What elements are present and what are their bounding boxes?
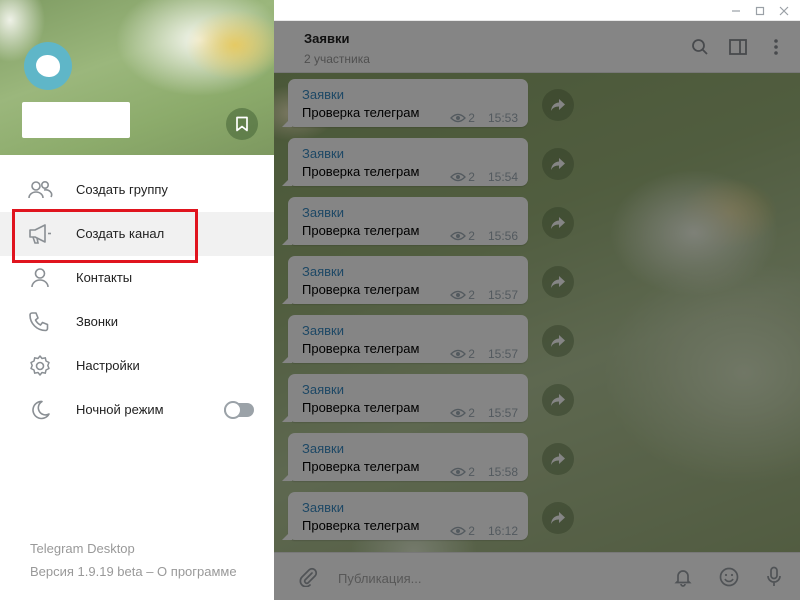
menu-item-label: Контакты bbox=[76, 270, 133, 285]
main-menu-drawer: Создать группу Создать канал Контакты Зв… bbox=[0, 0, 274, 600]
drawer-menu: Создать группу Создать канал Контакты Зв… bbox=[0, 168, 274, 432]
toggle-knob bbox=[224, 401, 242, 419]
menu-item-calls[interactable]: Звонки bbox=[0, 300, 274, 344]
app-name: Telegram Desktop bbox=[30, 541, 135, 556]
megaphone-icon bbox=[27, 222, 53, 246]
maximize-icon bbox=[755, 6, 765, 15]
version-about-link[interactable]: Версия 1.9.19 beta – О программе bbox=[30, 564, 237, 579]
gear-icon bbox=[27, 354, 53, 378]
user-name-redacted bbox=[22, 102, 130, 138]
modal-dim-overlay[interactable] bbox=[274, 21, 800, 600]
menu-item-new-group[interactable]: Создать группу bbox=[0, 168, 274, 212]
bookmark-icon bbox=[236, 116, 248, 132]
menu-item-settings[interactable]: Настройки bbox=[0, 344, 274, 388]
person-icon bbox=[27, 266, 53, 290]
avatar[interactable] bbox=[24, 42, 72, 90]
menu-item-label: Создать канал bbox=[76, 226, 165, 241]
drawer-header bbox=[0, 0, 274, 155]
minimize-button[interactable] bbox=[726, 2, 746, 19]
avatar-redaction bbox=[36, 55, 60, 77]
minimize-icon bbox=[732, 9, 740, 12]
saved-messages-button[interactable] bbox=[226, 108, 258, 140]
maximize-button[interactable] bbox=[750, 2, 770, 19]
menu-item-new-channel[interactable]: Создать канал bbox=[0, 212, 274, 256]
phone-icon bbox=[27, 310, 53, 334]
menu-item-label: Создать группу bbox=[76, 182, 168, 197]
close-button[interactable] bbox=[774, 2, 794, 19]
close-icon bbox=[779, 6, 789, 15]
menu-item-label: Звонки bbox=[76, 314, 118, 329]
people-icon bbox=[27, 178, 53, 202]
night-mode-toggle[interactable] bbox=[224, 401, 254, 419]
window-controls bbox=[726, 2, 794, 19]
menu-item-label: Ночной режим bbox=[76, 402, 164, 417]
menu-item-night-mode[interactable]: Ночной режим bbox=[0, 388, 274, 432]
menu-item-contacts[interactable]: Контакты bbox=[0, 256, 274, 300]
menu-item-label: Настройки bbox=[76, 358, 140, 373]
moon-icon bbox=[27, 398, 53, 422]
